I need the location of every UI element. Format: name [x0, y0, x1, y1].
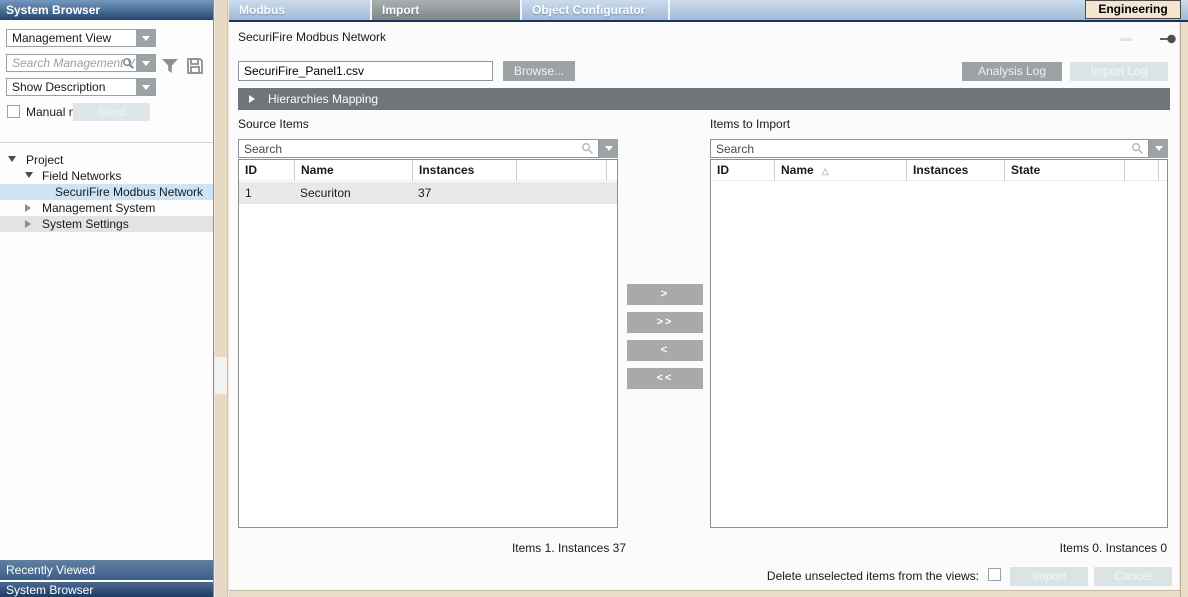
- target-summary: Items 0. Instances 0: [1060, 541, 1167, 555]
- hierarchies-mapping-expander[interactable]: Hierarchies Mapping: [238, 88, 1170, 110]
- items-to-import-table: ID Name△ Instances State: [710, 159, 1168, 528]
- manual-navigation-checkbox[interactable]: [7, 105, 20, 118]
- target-search-input[interactable]: [710, 139, 1149, 158]
- tab-object-configurator[interactable]: Object Configurator: [522, 0, 668, 20]
- chevron-down-icon[interactable]: [136, 55, 155, 71]
- tree-item-securifire-modbus-network[interactable]: SecuriFire Modbus Network: [0, 184, 213, 200]
- tree-item-project[interactable]: Project: [0, 152, 213, 168]
- target-search-field: [710, 139, 1168, 158]
- tab-modbus[interactable]: Modbus: [229, 0, 370, 20]
- source-items-label: Source Items: [238, 117, 309, 131]
- application-window: System Browser Management View Show Desc…: [0, 0, 1188, 597]
- splitter-drag-handle[interactable]: [215, 357, 227, 394]
- add-all-button[interactable]: >>: [627, 312, 703, 333]
- column-header-state[interactable]: State: [1004, 160, 1124, 181]
- remove-all-button[interactable]: <<: [627, 368, 703, 389]
- expander-down-icon[interactable]: [8, 156, 16, 162]
- cell-id: 1: [239, 182, 294, 204]
- display-mode-value: Show Description: [12, 80, 105, 95]
- cell-name: Securiton: [294, 182, 412, 204]
- main-work-area: Modbus Import Object Configurator Engine…: [229, 0, 1179, 590]
- recently-viewed-panel-header[interactable]: Recently Viewed: [0, 559, 213, 580]
- search-field[interactable]: [6, 54, 156, 72]
- table-header-row: ID Name Instances: [239, 160, 617, 181]
- source-search-field: [238, 139, 618, 158]
- expander-right-icon[interactable]: [25, 220, 31, 228]
- column-header-name[interactable]: Name△: [774, 160, 906, 181]
- column-header-empty[interactable]: [606, 160, 618, 181]
- column-header-instances[interactable]: Instances: [906, 160, 1004, 181]
- panel-splitter: [215, 0, 228, 597]
- manual-navigation-label: Manual na: [26, 105, 74, 119]
- search-filter-dropdown[interactable]: [599, 139, 618, 158]
- column-header-name[interactable]: Name: [294, 160, 412, 181]
- display-mode-selector[interactable]: Show Description: [6, 78, 156, 96]
- panel-title: System Browser: [0, 0, 213, 20]
- chevron-down-icon[interactable]: [136, 79, 155, 95]
- search-input[interactable]: [7, 55, 135, 71]
- chevron-down-icon[interactable]: [136, 30, 155, 46]
- source-search-input[interactable]: [238, 139, 599, 158]
- column-header-instances[interactable]: Instances: [412, 160, 516, 181]
- pin-icon[interactable]: [1160, 33, 1176, 47]
- import-view: SecuriFire Modbus Network Browse... Anal…: [229, 22, 1179, 590]
- items-to-import-label: Items to Import: [710, 117, 790, 131]
- analysis-log-button[interactable]: Analysis Log: [962, 62, 1062, 81]
- window-frame-edge: [229, 590, 1180, 597]
- window-frame-edge: [1180, 22, 1188, 597]
- source-summary: Items 1. Instances 37: [469, 541, 669, 555]
- tab-bar: Modbus Import Object Configurator Engine…: [229, 0, 1188, 22]
- remove-selected-button[interactable]: <: [627, 340, 703, 361]
- divider: [0, 142, 213, 143]
- import-button[interactable]: Import: [1010, 567, 1088, 586]
- cancel-button[interactable]: Cancel: [1094, 567, 1172, 586]
- tree-item-field-networks[interactable]: Field Networks: [0, 168, 213, 184]
- cell-instances: 37: [412, 182, 516, 204]
- import-log-button[interactable]: Import Log: [1070, 62, 1168, 81]
- table-row[interactable]: 1 Securiton 37: [239, 182, 617, 204]
- save-icon[interactable]: [186, 57, 204, 78]
- expander-right-icon: [249, 95, 255, 103]
- search-icon: [1131, 142, 1144, 158]
- view-selector-value: Management View: [12, 31, 111, 46]
- tree-item-system-settings[interactable]: System Settings: [0, 216, 213, 232]
- search-icon: [581, 142, 594, 158]
- column-header-id[interactable]: ID: [239, 160, 294, 181]
- column-header-empty[interactable]: [516, 160, 606, 181]
- system-browser-panel: System Browser Management View Show Desc…: [0, 0, 214, 597]
- import-file-input[interactable]: [238, 61, 493, 81]
- view-selector[interactable]: Management View: [6, 29, 156, 47]
- column-header-empty[interactable]: [1124, 160, 1158, 181]
- system-browser-panel-header[interactable]: System Browser: [0, 581, 213, 597]
- expander-right-icon[interactable]: [25, 204, 31, 212]
- tab-import[interactable]: Import: [372, 0, 520, 20]
- search-icon: [122, 57, 135, 73]
- engineering-mode-badge[interactable]: Engineering: [1085, 0, 1181, 19]
- delete-unselected-label: Delete unselected items from the views:: [679, 569, 979, 583]
- source-items-table: ID Name Instances 1 Securiton 37: [238, 159, 618, 528]
- expander-down-icon[interactable]: [25, 172, 33, 178]
- browse-button[interactable]: Browse...: [503, 61, 575, 81]
- tree-item-management-system[interactable]: Management System: [0, 200, 213, 216]
- tab-separator: [668, 0, 670, 20]
- add-selected-button[interactable]: >: [627, 284, 703, 305]
- sort-ascending-icon: △: [822, 166, 829, 176]
- filter-icon[interactable]: [160, 57, 180, 78]
- search-filter-dropdown[interactable]: [1149, 139, 1168, 158]
- column-header-empty[interactable]: [1158, 160, 1168, 181]
- table-header-row: ID Name△ Instances State: [711, 160, 1167, 181]
- delete-unselected-checkbox[interactable]: [988, 568, 1001, 581]
- collapse-handle[interactable]: [1120, 38, 1132, 41]
- column-header-id[interactable]: ID: [711, 160, 774, 181]
- page-title: SecuriFire Modbus Network: [238, 30, 386, 44]
- send-button[interactable]: Send: [73, 103, 150, 121]
